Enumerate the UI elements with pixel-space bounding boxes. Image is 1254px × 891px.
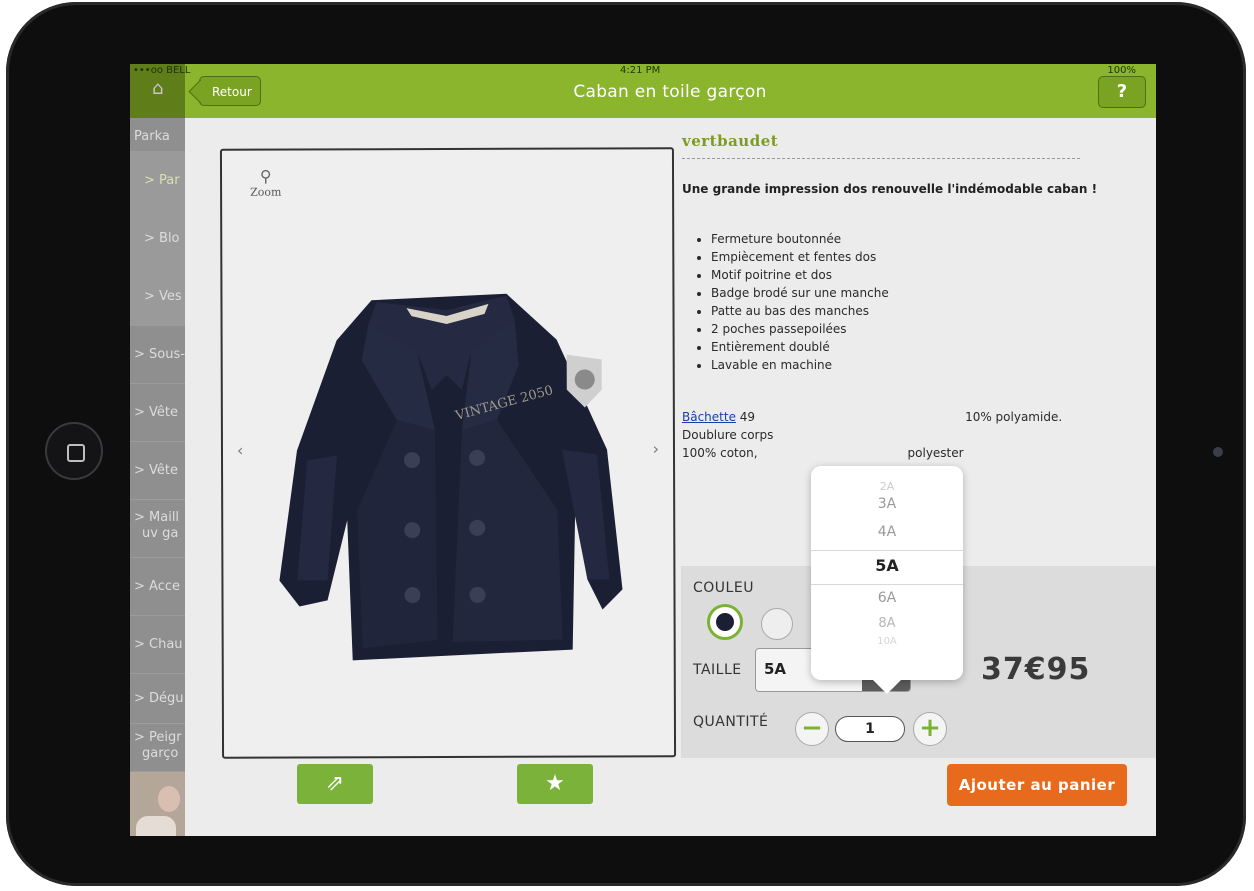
sidebar-item-deguisements[interactable]: > Dégu: [130, 674, 190, 724]
product-price: 37€95: [981, 652, 1091, 687]
picker-option[interactable]: 4A: [811, 524, 963, 540]
picker-divider: [811, 550, 963, 551]
app-screen: ⌂ Parka > Par > Blo > Ves > Sous- > Vête…: [130, 64, 1156, 836]
sidebar-item-parka[interactable]: Parka: [130, 122, 190, 152]
home-button[interactable]: [45, 422, 103, 480]
help-button[interactable]: ?: [1098, 76, 1146, 108]
minus-icon: −: [801, 713, 823, 743]
feature-item: Fermeture boutonnée: [711, 230, 889, 248]
size-label: TAILLE: [693, 662, 742, 678]
favorite-button[interactable]: ★: [517, 764, 593, 804]
increment-button[interactable]: +: [913, 712, 947, 746]
next-image-arrow-icon[interactable]: ›: [653, 439, 659, 458]
picker-option[interactable]: 8A: [811, 616, 963, 631]
picker-option[interactable]: 3A: [811, 496, 963, 512]
sidebar-item-veste[interactable]: > Ves: [130, 268, 190, 326]
quantity-label: QUANTITÉ: [693, 714, 769, 730]
product-panel: ⚲ Zoom ‹ › VINTAGE 2050 ⇗ ★ vertbaudet U…: [185, 118, 1156, 836]
sidebar-item-parka-selected[interactable]: > Par: [130, 152, 190, 210]
feature-item: Motif poitrine et dos: [711, 266, 889, 284]
decrement-button[interactable]: −: [795, 712, 829, 746]
product-image-frame[interactable]: ⚲ Zoom ‹ › VINTAGE 2050: [219, 147, 677, 759]
size-picker-popover: 2A 3A 4A 5A 6A 8A 10A: [811, 466, 963, 694]
quantity-value[interactable]: 1: [835, 716, 905, 742]
status-battery: 100%: [1107, 65, 1136, 76]
sidebar-item-vetements-1[interactable]: > Vête: [130, 384, 190, 442]
material-link[interactable]: Bâchette: [682, 410, 736, 424]
share-icon: ⇗: [325, 771, 345, 796]
material-info: Bâchette 49 10% polyamide. Doublure corps…: [682, 410, 1063, 460]
sidebar-promo-image[interactable]: [130, 772, 190, 836]
feature-item: Entièrement doublé: [711, 338, 889, 356]
sidebar-item-blouson[interactable]: > Blo: [130, 210, 190, 268]
picker-divider: [811, 584, 963, 585]
front-camera: [1213, 447, 1223, 457]
sidebar-item-maillots[interactable]: > Maill uv ga: [130, 500, 190, 558]
status-carrier: •••oo BELL: [133, 65, 191, 76]
sidebar-item-vetements-2[interactable]: > Vête: [130, 442, 190, 500]
previous-image-arrow-icon[interactable]: ‹: [237, 441, 243, 460]
home-icon[interactable]: ⌂: [152, 78, 163, 99]
feature-item: Badge brodé sur une manche: [711, 284, 889, 302]
sidebar-item-accessoires[interactable]: > Acce: [130, 558, 190, 616]
status-time: 4:21 PM: [620, 65, 661, 76]
brand-divider: [682, 158, 1080, 159]
picker-option[interactable]: 2A: [811, 480, 963, 493]
brand-logo: vertbaudet: [682, 132, 779, 150]
size-select-value: 5A: [764, 660, 787, 678]
picker-option[interactable]: 6A: [811, 590, 963, 606]
feature-list: Fermeture boutonnée Empiècement et fente…: [697, 230, 889, 374]
color-swatch-navy[interactable]: [707, 604, 743, 640]
feature-item: Empiècement et fentes dos: [711, 248, 889, 266]
sidebar-item-sous[interactable]: > Sous-: [130, 326, 190, 384]
add-to-cart-button[interactable]: Ajouter au panier: [947, 764, 1127, 806]
product-image-jacket: VINTAGE 2050: [279, 293, 623, 661]
page-title: Caban en toile garçon: [573, 82, 767, 102]
picker-option-selected[interactable]: 5A: [811, 556, 963, 575]
picker-option[interactable]: 10A: [811, 636, 963, 647]
feature-item: Patte au bas des manches: [711, 302, 889, 320]
feature-item: 2 poches passepoilées: [711, 320, 889, 338]
sidebar-item-peignoirs[interactable]: > Peigr garço: [130, 724, 190, 772]
share-button[interactable]: ⇗: [297, 764, 373, 804]
sidebar-item-chaussures[interactable]: > Chau: [130, 616, 190, 674]
zoom-control[interactable]: ⚲ Zoom: [250, 167, 281, 199]
category-sidebar: ⌂ Parka > Par > Blo > Ves > Sous- > Vête…: [130, 64, 190, 836]
product-tagline: Une grande impression dos renouvelle l'i…: [682, 182, 1098, 196]
back-button[interactable]: Retour: [199, 76, 261, 106]
magnifier-icon: ⚲: [259, 166, 272, 186]
plus-icon: +: [919, 713, 941, 743]
star-icon: ★: [545, 771, 565, 796]
quantity-stepper: − 1 +: [795, 710, 947, 746]
color-label: COULEU: [693, 580, 754, 596]
feature-item: Lavable en machine: [711, 356, 889, 374]
nav-header: •••oo BELL 4:21 PM 100% Retour Caban en …: [133, 64, 1156, 118]
color-swatch-alt[interactable]: [761, 608, 793, 640]
